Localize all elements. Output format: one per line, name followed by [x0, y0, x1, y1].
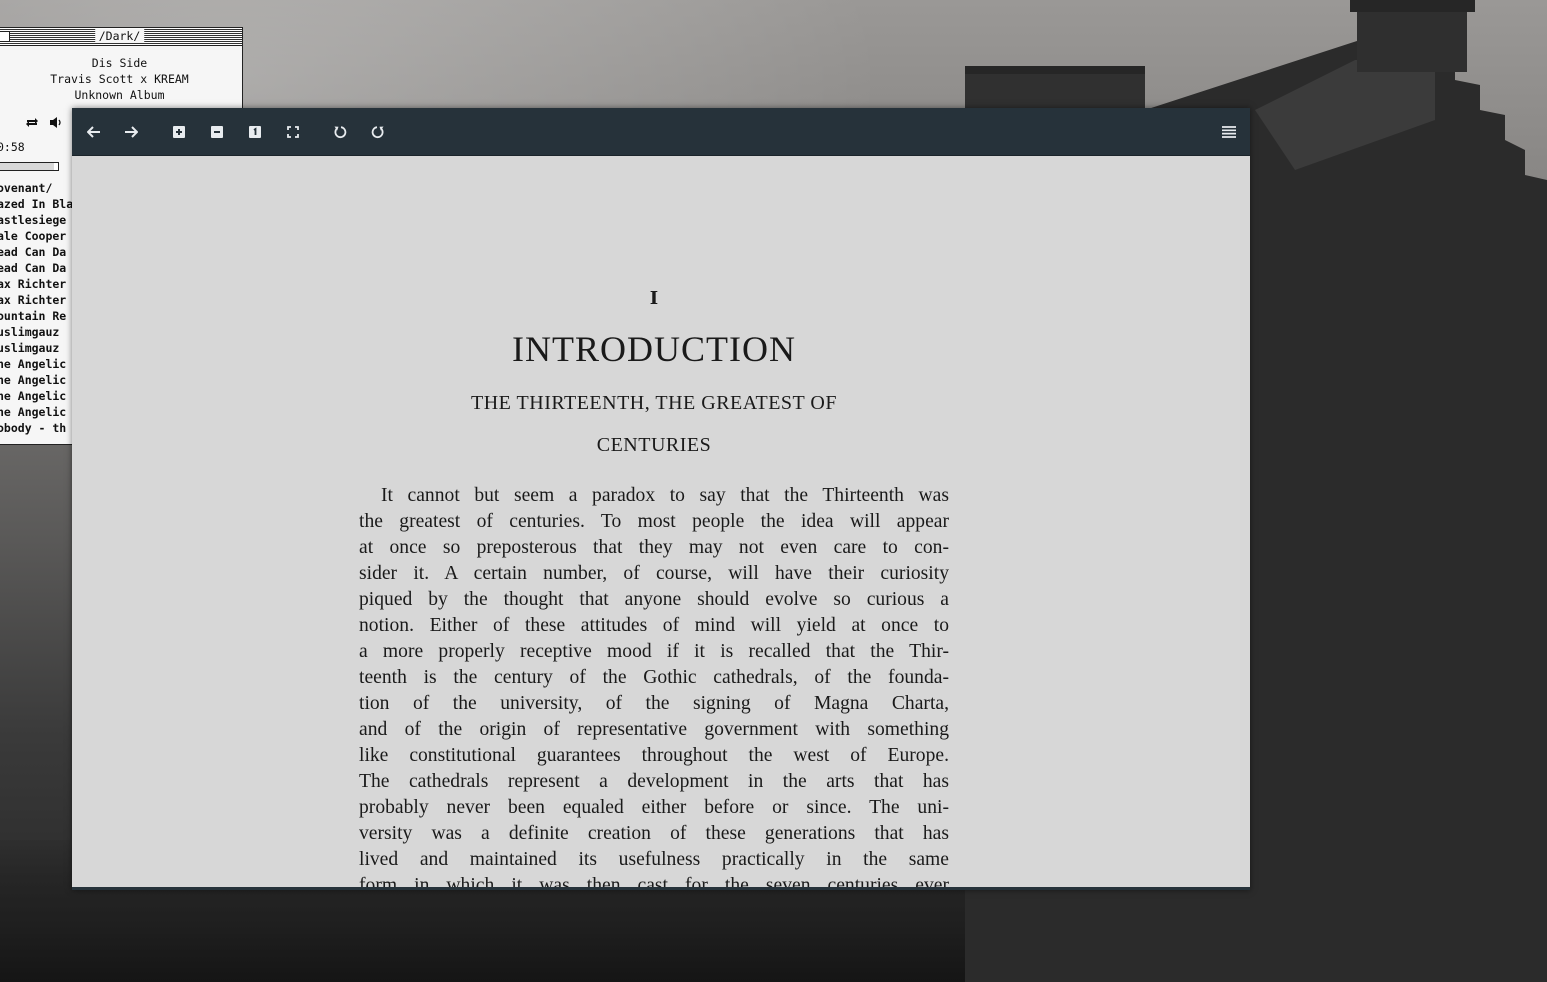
- body-line: and of the origin of representative gove…: [359, 719, 949, 740]
- viewer-bottom-border: [72, 887, 1250, 890]
- playlist-item[interactable]: ale Cooper: [0, 228, 73, 244]
- playlist-item[interactable]: he Angelic: [0, 372, 73, 388]
- body-line: like constitutional guarantees throughou…: [359, 745, 949, 766]
- body-line: a more properly receptive mood if it is …: [359, 641, 949, 662]
- chapter-number: I: [649, 288, 659, 309]
- playlist-item[interactable]: ax Richter: [0, 292, 73, 308]
- volume-icon[interactable]: [49, 116, 63, 132]
- chapter-subtitle-line2: CENTURIES: [596, 434, 712, 456]
- playlist-item[interactable]: ead Can Da: [0, 244, 73, 260]
- playlist-item[interactable]: uslimgauz: [0, 324, 73, 340]
- playback-progress-fill: [0, 163, 54, 170]
- viewer-toolbar: [72, 108, 1250, 156]
- repeat-icon[interactable]: [25, 116, 39, 132]
- playlist-item[interactable]: he Angelic: [0, 356, 73, 372]
- track-artist: Travis Scott x KREAM: [50, 72, 189, 86]
- body-line: sider it. A certain number, of course, w…: [359, 563, 949, 584]
- player-close-box[interactable]: [0, 31, 10, 42]
- playlist-item[interactable]: ountain Re: [0, 308, 73, 324]
- playlist-item[interactable]: uslimgauz: [0, 340, 73, 356]
- rotate-ccw-icon[interactable]: [330, 122, 350, 142]
- track-album: Unknown Album: [74, 88, 165, 102]
- track-title: Dis Side: [91, 56, 148, 70]
- playlist-item[interactable]: azed In Bla: [0, 196, 73, 212]
- chapter-subtitle-line1: THE THIRTEENTH, THE GREATEST OF: [471, 392, 837, 414]
- body-line: the greatest of centuries. To most peopl…: [359, 511, 949, 532]
- zoom-in-icon[interactable]: [169, 122, 189, 142]
- playlist-item[interactable]: ead Can Da: [0, 260, 73, 276]
- document-viewer-window: I INTRODUCTION THE THIRTEENTH, THE GREAT…: [72, 108, 1250, 890]
- player-controls: [25, 116, 63, 132]
- body-line: notion. Either of these attitudes of min…: [359, 615, 949, 636]
- chapter-body-text: It cannot but seem a paradox to say that…: [359, 483, 949, 890]
- track-info: Dis Side Travis Scott x KREAM Unknown Al…: [0, 46, 242, 103]
- menu-icon[interactable]: [1219, 122, 1239, 142]
- body-line: at once so preposterous that they may no…: [359, 537, 949, 558]
- chapter-title: INTRODUCTION: [512, 329, 796, 369]
- body-line: teenth is the century of the Gothic cath…: [359, 667, 949, 688]
- actual-size-icon[interactable]: [245, 122, 265, 142]
- fullscreen-icon[interactable]: [283, 122, 303, 142]
- arrow-left-icon[interactable]: [84, 122, 104, 142]
- body-line: piqued by the thought that anyone should…: [359, 589, 949, 610]
- document-page-area[interactable]: I INTRODUCTION THE THIRTEENTH, THE GREAT…: [72, 156, 1250, 890]
- playback-progress-bar[interactable]: [0, 162, 59, 171]
- playlist-item[interactable]: obody - th: [0, 420, 73, 436]
- playlist-item[interactable]: ovenant/: [0, 180, 73, 196]
- body-line: tion of the university, of the signing o…: [359, 693, 949, 714]
- body-line: lived and maintained its usefulness prac…: [359, 849, 949, 870]
- arrow-right-icon[interactable]: [121, 122, 141, 142]
- playlist: ovenant/azed In Bla astlesiege ale Cooper e…: [0, 180, 73, 436]
- player-title: /Dark/: [94, 29, 145, 43]
- playlist-item[interactable]: astlesiege: [0, 212, 73, 228]
- body-line: It cannot but seem a paradox to say that…: [381, 485, 949, 506]
- rotate-cw-icon[interactable]: [368, 122, 388, 142]
- body-line: probably never been equaled either befor…: [359, 797, 949, 818]
- playlist-item[interactable]: he Angelic: [0, 404, 73, 420]
- playback-time: 0:58: [0, 140, 25, 154]
- body-line: versity was a definite creation of these…: [359, 823, 949, 844]
- playlist-item[interactable]: ax Richter: [0, 276, 73, 292]
- playlist-item[interactable]: he Angelic: [0, 388, 73, 404]
- body-line: The cathedrals represent a development i…: [359, 771, 949, 792]
- zoom-out-icon[interactable]: [207, 122, 227, 142]
- player-titlebar[interactable]: /Dark/: [0, 28, 242, 46]
